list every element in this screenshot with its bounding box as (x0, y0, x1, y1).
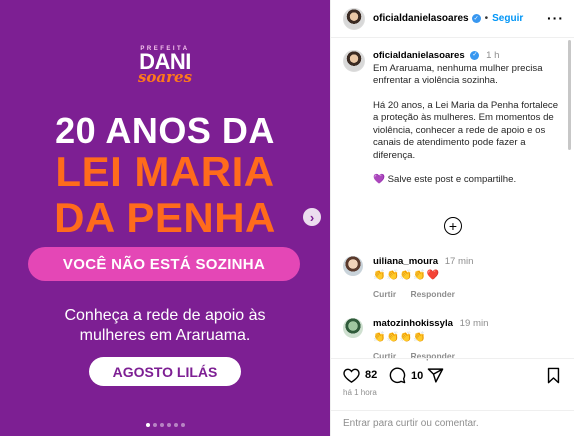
caption-body: oficialdanielasoares ✓ 1 h Em Araruama, … (373, 50, 560, 199)
caption-paragraph-1: Em Araruama, nenhuma mulher precisa enfr… (373, 62, 543, 87)
avatar[interactable] (343, 256, 363, 276)
load-more-comments-icon[interactable]: + (444, 217, 462, 235)
carousel-dot (152, 423, 157, 427)
headline-line-2: LEI MARIA (55, 148, 275, 195)
header-username[interactable]: oficialdanielasoares (373, 13, 469, 24)
verified-badge-icon: ✓ (471, 14, 481, 23)
slogan-pill: VOCÊ NÃO ESTÁ SOZINHA (28, 247, 300, 281)
caption-username[interactable]: oficialdanielasoares (373, 50, 465, 61)
avatar[interactable] (343, 318, 363, 338)
headline-line-3: DA PENHA (54, 194, 276, 241)
like-button[interactable]: 82 (343, 367, 377, 383)
post-image[interactable]: PREFEITA DANI soares 20 ANOS DA LEI MARI… (0, 0, 330, 436)
bookmark-icon (547, 367, 560, 384)
caption-avatar[interactable] (343, 50, 365, 72)
comment-icon (389, 367, 406, 384)
comment-username[interactable]: matozinhokissyla (373, 318, 453, 329)
campaign-pill: AGOSTO LILÁS (89, 357, 241, 386)
comments-count: 10 (411, 369, 424, 382)
header-separator: • (484, 13, 489, 24)
comment-text: 👏👏👏👏 (373, 332, 427, 343)
carousel-next-icon[interactable]: › (303, 208, 321, 226)
carousel-dot (145, 423, 150, 427)
post-header: oficialdanielasoares ✓ • Seguir ··· (331, 0, 574, 38)
comment-reply-button[interactable]: Responder (411, 289, 455, 299)
comment-button[interactable]: 10 (389, 367, 423, 384)
list-item: uiliana_moura 17 min 👏👏👏👏❤️ Curtir Respo… (343, 256, 474, 299)
verified-badge-icon: ✓ (470, 50, 480, 60)
caption-paragraph-3: 💜 Salve este post e compartilhe. (373, 174, 517, 185)
carousel-dot (159, 423, 164, 427)
comment-like-button[interactable]: Curtir (373, 289, 396, 299)
carousel-dot (180, 423, 185, 427)
scrollbar[interactable] (568, 40, 571, 150)
headline-line-1: 20 ANOS DA (55, 110, 275, 151)
brand-script-text: soares (137, 68, 193, 86)
follow-button[interactable]: Seguir (492, 13, 523, 24)
comment-username[interactable]: uiliana_moura (373, 256, 438, 267)
brand-logo: PREFEITA DANI soares (128, 46, 202, 86)
carousel-dot (166, 423, 171, 427)
save-button[interactable] (546, 367, 561, 389)
avatar[interactable] (343, 7, 365, 30)
heart-icon (343, 368, 360, 383)
login-to-comment-link[interactable]: Entrar para curtir ou comentar. (331, 410, 574, 436)
caption-time: 1 h (486, 50, 500, 61)
support-subtext: Conheça a rede de apoio às mulheres em A… (64, 307, 266, 344)
more-options-icon[interactable]: ··· (547, 10, 564, 26)
post-side-panel: oficialdanielasoares ✓ • Seguir ··· ofic… (330, 0, 574, 436)
list-item: matozinhokissyla 19 min 👏👏👏👏 Curtir Resp… (343, 318, 488, 361)
comment-time: 17 min (444, 256, 474, 267)
carousel-dot (173, 423, 178, 427)
comment-text: 👏👏👏👏❤️ (373, 270, 441, 281)
share-button[interactable] (427, 367, 444, 384)
caption-paragraph-2: Há 20 anos, a Lei Maria da Penha fortale… (373, 99, 559, 161)
post-timestamp: há 1 hora (343, 388, 377, 397)
carousel-dots (0, 423, 330, 427)
caption: oficialdanielasoares ✓ 1 h Em Araruama, … (331, 38, 574, 199)
share-icon (427, 368, 444, 383)
likes-count: 82 (365, 369, 378, 381)
comment-time: 19 min (459, 318, 489, 329)
post-actions-bar: 82 10 (331, 358, 574, 408)
